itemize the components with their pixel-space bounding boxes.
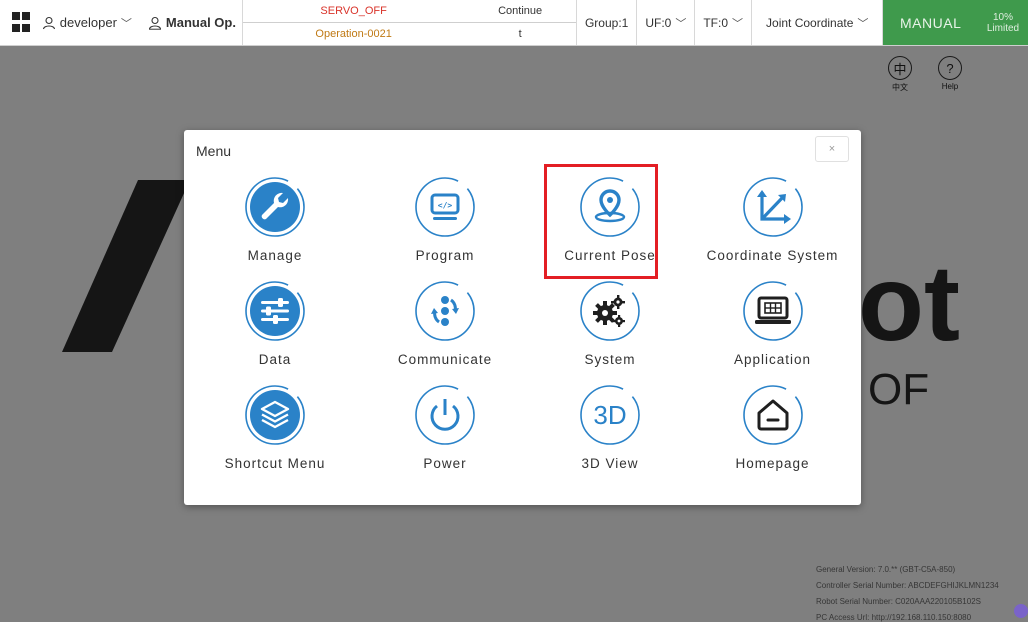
menu-item-current-pose[interactable]: Current Pose <box>530 168 690 272</box>
tf-selector[interactable]: TF:0 ﹀ <box>695 0 753 45</box>
chevron-down-icon: ﹀ <box>120 17 132 30</box>
mode-label: Manual Op. <box>165 15 236 30</box>
operator-icon <box>148 16 161 30</box>
manual-label: MANUAL <box>900 14 962 31</box>
user-name: developer <box>59 15 117 30</box>
menu-item-label: Data <box>258 352 292 367</box>
uf-selector[interactable]: UF:0 ﹀ <box>637 0 696 45</box>
menu-item-3d-view[interactable]: 3D 3D View <box>530 376 690 480</box>
close-button[interactable]: × <box>815 136 849 162</box>
menu-item-homepage[interactable]: Homepage <box>690 376 855 480</box>
grid-icon[interactable] <box>12 11 34 34</box>
laptop-icon <box>742 281 803 341</box>
menu-item-label: Homepage <box>735 456 810 471</box>
menu-item-label: Power <box>423 456 467 471</box>
menu-item-system[interactable]: System <box>530 272 690 376</box>
menu-item-label: Coordinate System <box>706 248 839 263</box>
group-selector[interactable]: Group:1 <box>577 0 638 45</box>
menu-item-label: System <box>584 352 636 367</box>
chevron-down-icon: ﹀ <box>675 17 687 30</box>
power-icon <box>415 385 475 445</box>
axes-icon <box>742 177 803 237</box>
run-mode-value: t <box>518 27 522 40</box>
coordinate-selector[interactable]: Joint Coordinate ﹀ <box>752 0 884 45</box>
gears-icon <box>580 281 640 341</box>
menu-item-label: 3D View <box>581 456 639 471</box>
menu-item-data[interactable]: Data <box>190 272 360 376</box>
speed-indicator[interactable]: 10% Limited <box>978 0 1028 45</box>
chevron-down-icon: ﹀ <box>857 17 869 30</box>
top-status-bar: developer ﹀ Manual Op. SERVO_OFF Continu… <box>0 0 1028 46</box>
speed-percent: 10% <box>992 11 1013 23</box>
coordinate-label: Joint Coordinate <box>766 15 854 30</box>
close-icon: × <box>828 143 836 155</box>
menu-item-label: Application <box>733 352 812 367</box>
3d-icon: 3D <box>580 385 640 445</box>
menu-item-manage[interactable]: Manage <box>190 168 360 272</box>
run-mode-label[interactable]: Continue <box>464 0 576 22</box>
location-pin-icon <box>580 177 640 237</box>
menu-grid: Manage </> Program Current Pose Coordina… <box>184 168 861 480</box>
home-icon <box>742 385 803 445</box>
assistant-icon[interactable] <box>1014 604 1028 618</box>
menu-dialog: Menu × Manage </> Program Current Pose C… <box>184 130 861 505</box>
menu-item-label: Shortcut Menu <box>224 456 326 471</box>
wrench-icon <box>245 177 305 237</box>
menu-item-coordinate-system[interactable]: Coordinate System <box>690 168 855 272</box>
menu-item-program[interactable]: </> Program <box>360 168 530 272</box>
operation-name: Operation-0021 <box>315 27 392 40</box>
menu-item-label: Current Pose <box>564 248 656 263</box>
menu-item-communicate[interactable]: Communicate <box>360 272 530 376</box>
menu-item-power[interactable]: Power <box>360 376 530 480</box>
exchange-icon <box>415 281 475 341</box>
layers-icon <box>245 385 305 445</box>
run-status-panel: SERVO_OFF Continue Operation-0021 t <box>242 0 577 45</box>
menu-item-label: Program <box>415 248 475 263</box>
svg-text:</>: </> <box>438 201 453 210</box>
sliders-icon <box>245 281 305 341</box>
tf-label: TF:0 <box>703 15 729 30</box>
uf-label: UF:0 <box>645 15 672 30</box>
svg-text:3D: 3D <box>593 400 626 430</box>
servo-status: SERVO_OFF <box>320 4 387 17</box>
chevron-down-icon: ﹀ <box>732 17 744 30</box>
manual-mode-indicator[interactable]: MANUAL 10% Limited <box>883 0 1028 45</box>
code-monitor-icon: </> <box>415 177 475 237</box>
user-icon <box>42 16 55 29</box>
menu-item-shortcut-menu[interactable]: Shortcut Menu <box>190 376 360 480</box>
menu-item-application[interactable]: Application <box>690 272 855 376</box>
speed-state: Limited <box>986 22 1020 34</box>
menu-item-label: Manage <box>247 248 303 263</box>
group-label: Group:1 <box>584 15 629 30</box>
mode-selector[interactable]: Manual Op. <box>140 0 243 45</box>
dialog-title: Menu <box>196 143 232 159</box>
user-selector[interactable]: developer ﹀ <box>38 0 140 45</box>
menu-item-label: Communicate <box>397 352 493 367</box>
